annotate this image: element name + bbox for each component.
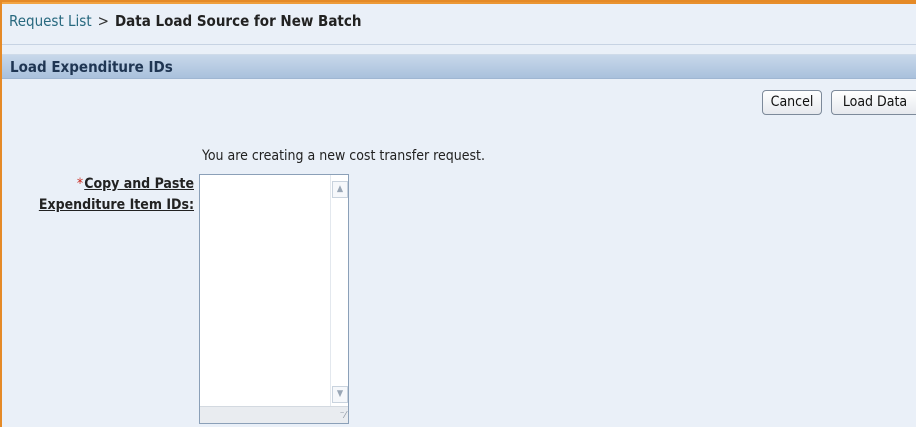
field-label-line1: Copy and Paste (84, 176, 194, 192)
resize-grip-icon[interactable]: ⁻⁄ (334, 410, 346, 422)
required-marker: * (76, 176, 84, 192)
load-data-button[interactable]: Load Data (831, 90, 916, 115)
top-accent-strip (2, 2, 916, 4)
cancel-button[interactable]: Cancel (762, 90, 822, 115)
textarea-scrollbar[interactable]: ▲ ▼ (330, 175, 348, 407)
page: Request List > Data Load Source for New Ba… (0, 0, 916, 427)
section-header: Load Expenditure IDs (2, 54, 916, 79)
breadcrumb-separator: > (97, 12, 109, 30)
breadcrumb-current-page: Data Load Source for New Batch (114, 12, 362, 30)
expenditure-ids-textarea[interactable]: ▲ ▼ ⁻⁄ (199, 174, 349, 424)
section-title: Load Expenditure IDs (10, 58, 173, 76)
header-divider (2, 44, 916, 45)
textarea-content[interactable] (203, 177, 328, 405)
scroll-down-arrow-icon[interactable]: ▼ (332, 386, 348, 403)
textarea-resize-bar: ⁻⁄ (200, 406, 348, 423)
breadcrumb-link-request-list[interactable]: Request List (9, 12, 92, 30)
field-label-line2: Expenditure Item IDs: (38, 197, 194, 213)
expenditure-ids-label: *Copy and Paste Expenditure Item IDs: (39, 174, 194, 216)
instruction-text: You are creating a new cost transfer req… (202, 148, 485, 164)
breadcrumb: Request List > Data Load Source for New Ba… (9, 10, 362, 32)
scroll-up-arrow-icon[interactable]: ▲ (332, 181, 348, 198)
